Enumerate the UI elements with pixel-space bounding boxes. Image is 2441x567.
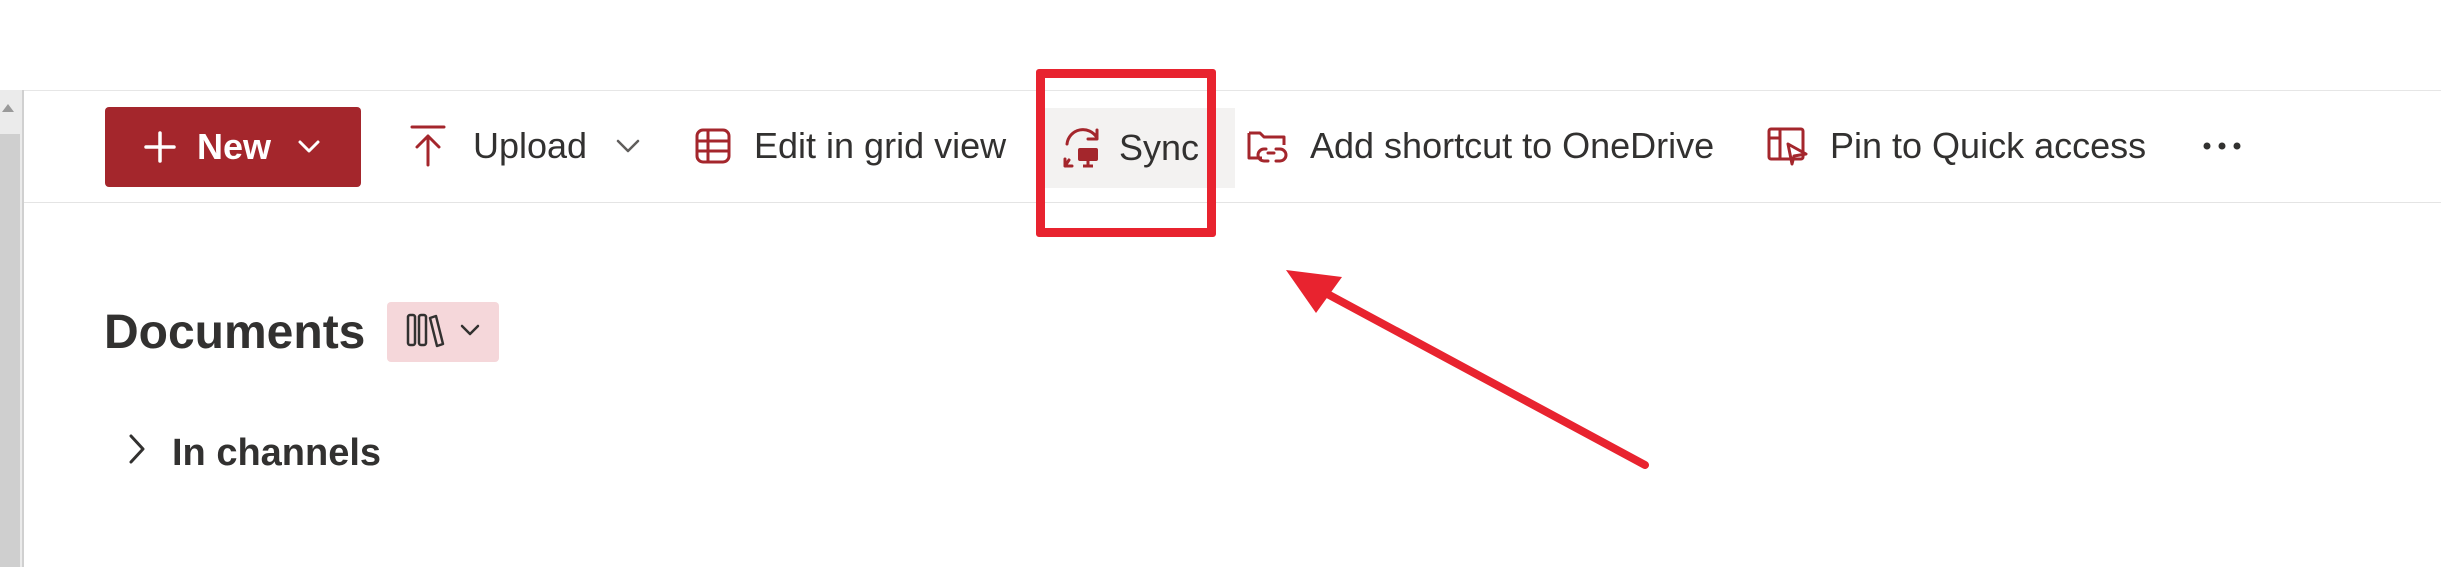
chevron-down-icon — [459, 323, 481, 342]
vertical-scrollbar[interactable] — [0, 90, 24, 567]
grid-view-icon — [694, 127, 732, 165]
more-options-button[interactable] — [2190, 106, 2254, 186]
pin-icon — [1766, 126, 1810, 166]
pin-quick-access-button[interactable]: Pin to Quick access — [1766, 106, 2146, 186]
upload-label: Upload — [473, 125, 588, 166]
library-view-button[interactable] — [387, 302, 500, 362]
chevron-down-icon — [615, 138, 641, 154]
upload-button[interactable]: Upload — [409, 106, 667, 186]
library-header: Documents — [104, 302, 500, 362]
edit-grid-view-label: Edit in grid view — [754, 125, 1007, 166]
new-button-label: New — [197, 126, 272, 167]
add-shortcut-icon — [1246, 125, 1290, 167]
library-view-icon — [405, 310, 445, 355]
chevron-right-icon[interactable] — [128, 432, 146, 475]
tree-item-label: In channels — [172, 432, 382, 474]
pin-quick-access-label: Pin to Quick access — [1830, 125, 2147, 166]
page-title: Documents — [104, 305, 366, 359]
upload-icon — [409, 124, 447, 168]
chevron-down-icon — [297, 139, 321, 155]
scrollbar-thumb[interactable] — [0, 134, 20, 567]
more-icon — [2202, 141, 2242, 151]
command-bar: New Upload Edit in grid view Sync Add sh… — [24, 90, 2441, 203]
plus-icon — [143, 130, 177, 164]
edit-grid-view-button[interactable]: Edit in grid view — [694, 106, 1006, 186]
top-bar — [0, 0, 2441, 91]
tree-item-in-channels[interactable]: In channels — [128, 432, 381, 475]
add-shortcut-button[interactable]: Add shortcut to OneDrive — [1246, 106, 1714, 186]
new-button[interactable]: New — [105, 107, 361, 187]
annotation-highlight-box — [1036, 69, 1216, 237]
add-shortcut-label: Add shortcut to OneDrive — [1310, 125, 1715, 166]
scroll-up-icon[interactable] — [2, 104, 14, 112]
